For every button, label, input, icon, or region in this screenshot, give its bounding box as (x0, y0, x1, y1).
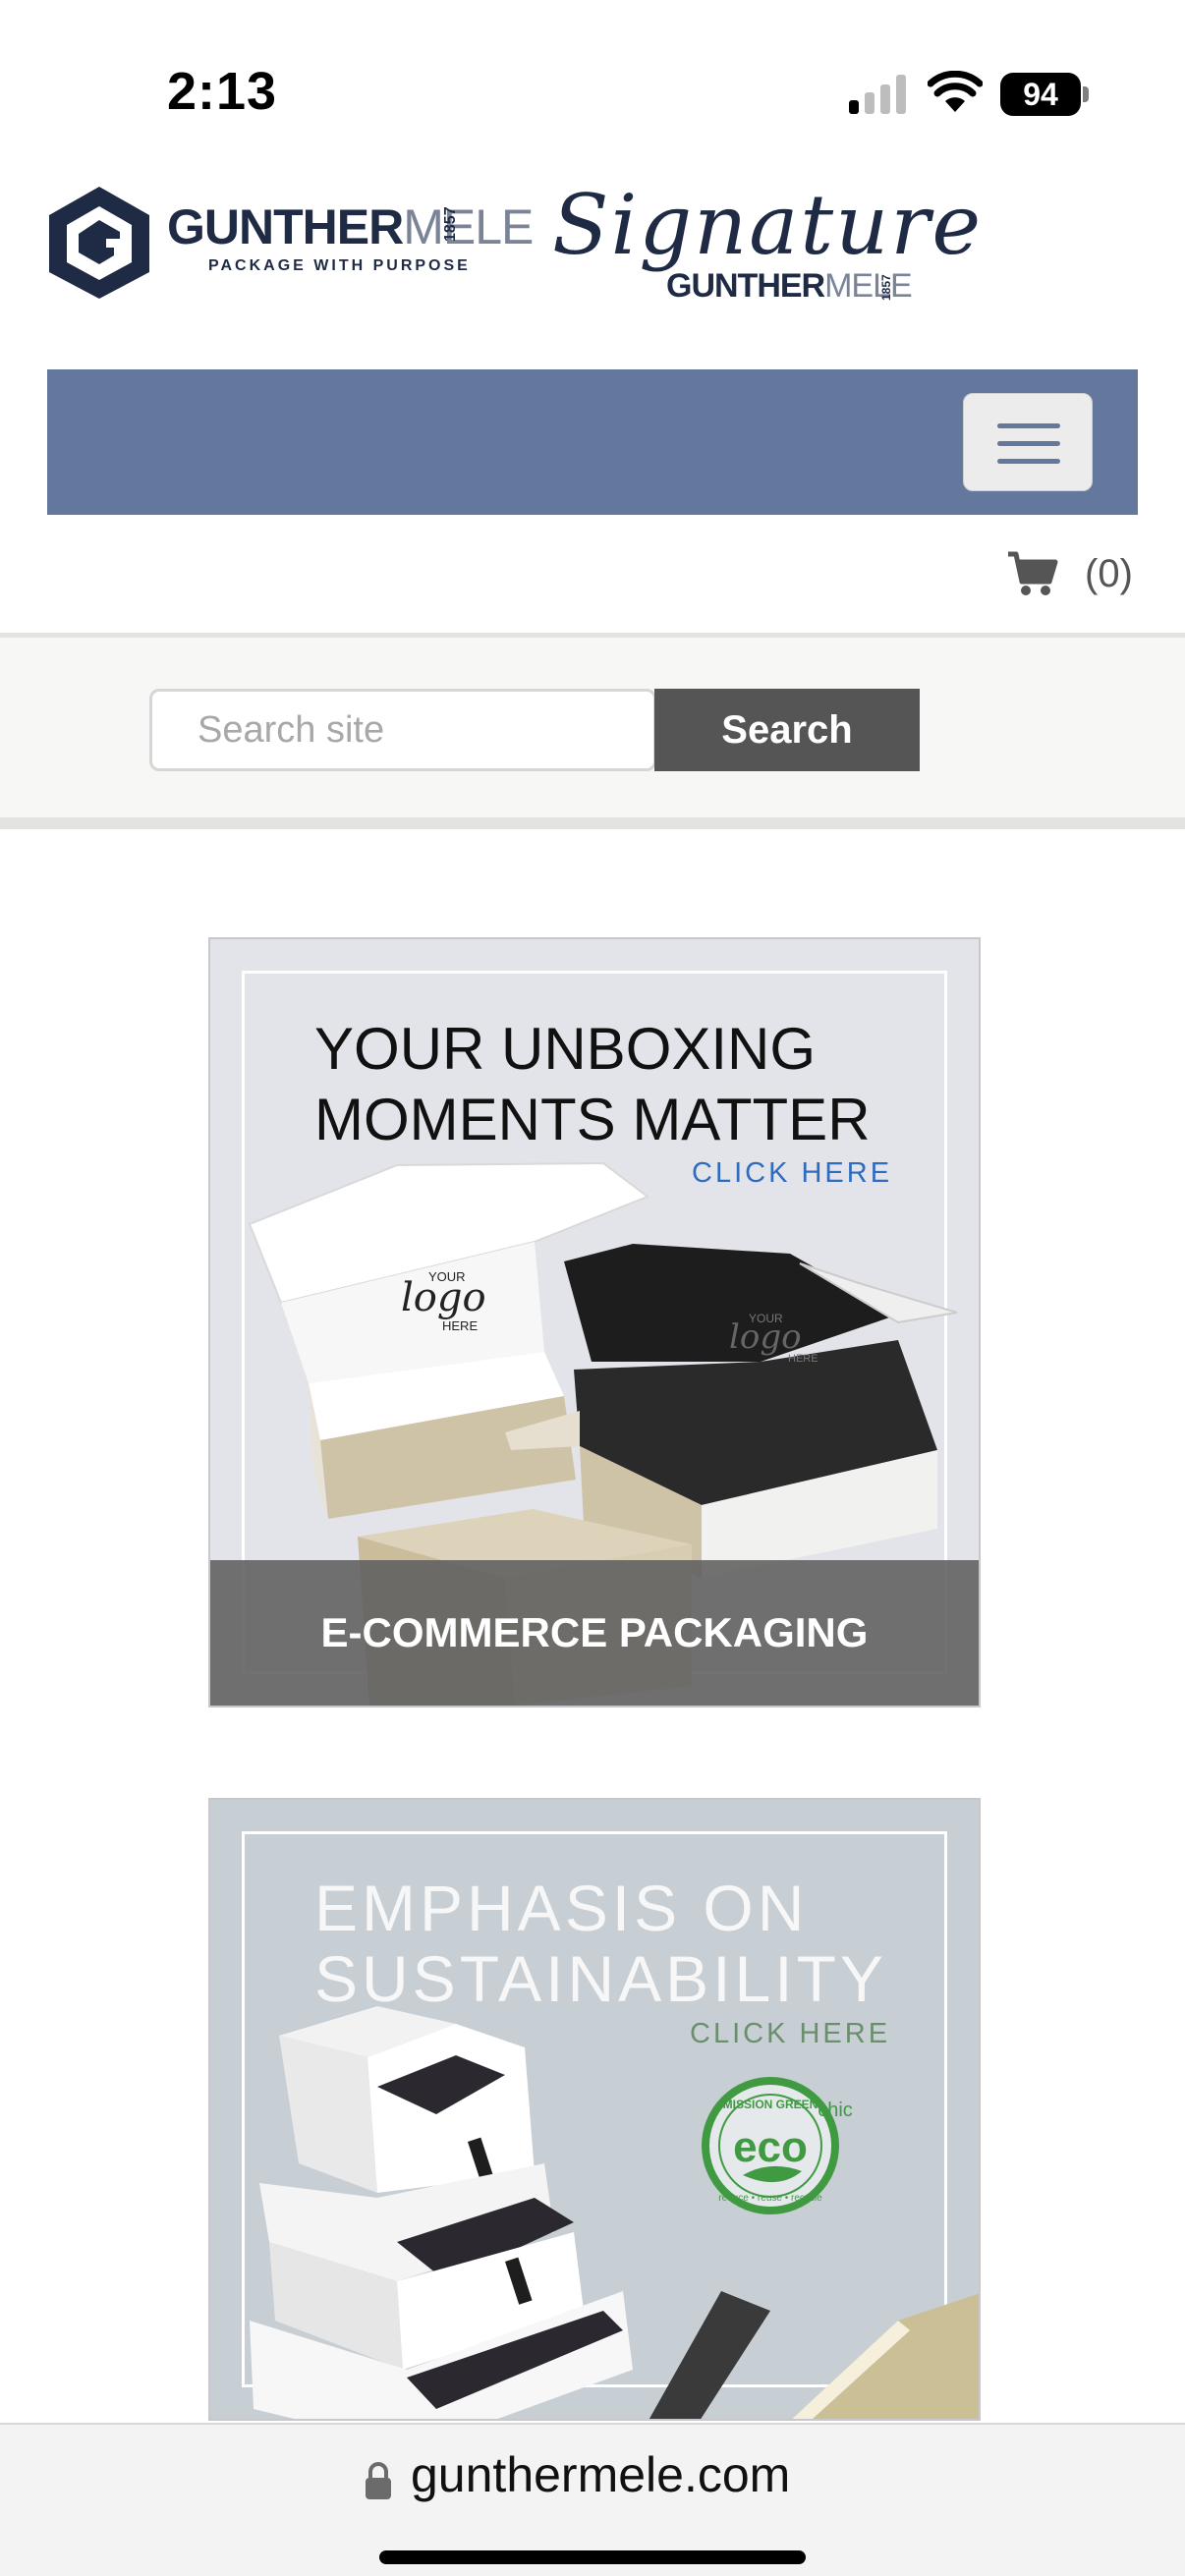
promo-headline: YOUR UNBOXING MOMENTS MATTER (314, 1014, 871, 1155)
svg-text:logo: logo (729, 1317, 802, 1357)
search-button[interactable]: Search (654, 689, 920, 771)
promo-headline-line1: EMPHASIS ON (314, 1872, 809, 1944)
home-indicator (379, 2550, 806, 2564)
box-logo-script: logo (401, 1275, 486, 1320)
gm-hexagon-icon (49, 187, 149, 299)
status-time: 2:13 (167, 62, 278, 121)
status-bar: 2:13 94 (0, 0, 1185, 147)
logo-year: 1857 (442, 206, 459, 242)
promo-headline: EMPHASIS ON SUSTAINABILITY (314, 1873, 887, 2014)
shopping-cart-icon (1008, 551, 1058, 595)
logo-tagline: PACKAGE WITH PURPOSE (208, 257, 471, 274)
lock-icon (366, 2462, 391, 2499)
promo-ecommerce-packaging[interactable]: YOUR UNBOXING MOMENTS MATTER CLICK HERE … (208, 937, 981, 1708)
wifi-icon (928, 71, 983, 112)
gunther-mele-logo[interactable]: GUNTHERMELE 1857 PACKAGE WITH PURPOSE (45, 185, 534, 301)
logo-name: GUNTHER (167, 199, 404, 254)
cellular-signal-icon (849, 75, 908, 114)
svg-text:HERE: HERE (788, 1353, 818, 1365)
cart-link[interactable]: (0) (1006, 546, 1133, 601)
battery-tip (1083, 86, 1089, 102)
signature-year: 1857 (879, 274, 893, 301)
drawer-boxes-illustration (250, 2006, 979, 2419)
nav-bar (47, 369, 1138, 515)
box-logo-small-text: HERE (442, 1318, 478, 1333)
promo-category-label: E-COMMERCE PACKAGING (210, 1560, 979, 1706)
battery-icon: 94 (1000, 73, 1081, 116)
cart-count: (0) (1085, 551, 1133, 595)
search-input[interactable] (149, 689, 656, 771)
logo-name-light: MELE (403, 199, 534, 254)
url-text[interactable]: gunthermele.com (411, 2446, 790, 2503)
hamburger-menu-icon (997, 423, 1060, 428)
signature-script: Signature (552, 177, 984, 273)
signature-name: GUNTHER (666, 267, 825, 305)
promo-headline-line1: YOUR UNBOXING (314, 1016, 817, 1082)
promo-sustainability[interactable]: EMPHASIS ON SUSTAINABILITY CLICK HERE MI… (208, 1798, 981, 2421)
browser-url-bar[interactable]: gunthermele.com (0, 2423, 1185, 2576)
signature-logo[interactable]: Signature GUNTHERMELE 1857 (550, 177, 981, 308)
signature-name-light: MELE (824, 267, 913, 305)
menu-toggle-button[interactable] (963, 393, 1093, 491)
search-section: Search (0, 633, 1185, 829)
promo-headline-line2: MOMENTS MATTER (314, 1087, 871, 1152)
